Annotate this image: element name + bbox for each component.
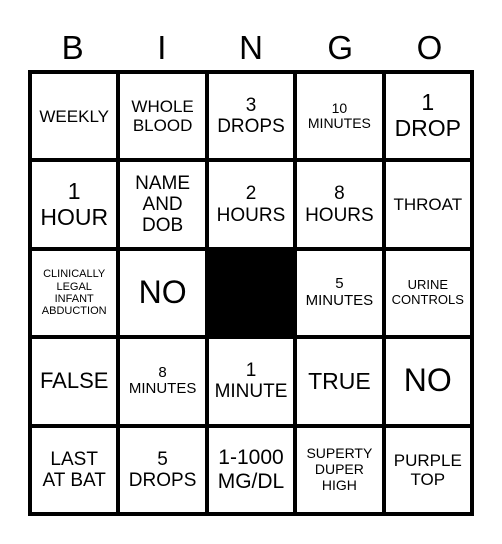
cell-text: NO (138, 274, 187, 311)
cell-text: THROAT (393, 195, 463, 215)
cell-text: NAME AND DOB (135, 172, 191, 237)
header-letter-g: G (327, 29, 354, 66)
bingo-cell[interactable]: 3 DROPS (206, 72, 296, 161)
cell-text: 8 HOURS (305, 183, 374, 226)
bingo-cell[interactable]: 1-1000 MG/DL (206, 425, 296, 514)
cell-text: 5 MINUTES (305, 275, 374, 309)
cell-text: SUPERTY DUPER HIGH (306, 445, 373, 493)
bingo-cell[interactable]: PURPLE TOP (383, 425, 472, 514)
cell-text: NO (403, 362, 452, 399)
cell-text: 1 DROP (394, 89, 462, 142)
cell-text: 5 DROPS (128, 448, 197, 491)
bingo-grid: WEEKLY WHOLE BLOOD 3 DROPS 10 MINUTES 1 DROP… (28, 70, 474, 516)
cell-text: 3 DROPS (217, 94, 285, 138)
bingo-cell[interactable]: URINE CONTROLS (383, 248, 472, 338)
bingo-cell[interactable]: WEEKLY (30, 72, 119, 161)
free-space[interactable] (206, 248, 296, 338)
cell-text: 8 MINUTES (128, 363, 197, 398)
bingo-cell[interactable]: 5 DROPS (118, 425, 207, 514)
cell-text: WEEKLY (39, 106, 109, 126)
header-letter-b: B (61, 29, 84, 66)
cell-text: 1-1000 MG/DL (217, 446, 285, 493)
bingo-cell[interactable]: 1 HOUR (30, 160, 119, 249)
bingo-cell[interactable]: 8 HOURS (295, 160, 384, 249)
cell-text: URINE CONTROLS (391, 277, 464, 307)
cell-text: PURPLE TOP (393, 450, 462, 489)
bingo-cell[interactable]: 2 HOURS (206, 160, 296, 249)
cell-text: 1 MINUTE (214, 360, 288, 403)
cell-text: 2 HOURS (216, 183, 286, 226)
cell-text: 1 HOUR (40, 177, 109, 230)
bingo-cell[interactable]: WHOLE BLOOD (118, 72, 207, 161)
cell-text: TRUE (308, 367, 371, 394)
bingo-cell[interactable]: THROAT (383, 160, 472, 249)
cell-text: LAST AT BAT (42, 448, 106, 491)
header-letter-i: I (157, 29, 167, 66)
cell-text: FALSE (39, 368, 109, 394)
bingo-cell[interactable]: TRUE (295, 337, 384, 426)
bingo-cell[interactable]: CLINICALLY LEGAL INFANT ABDUCTION (30, 248, 119, 338)
bingo-cell[interactable]: NO (383, 337, 472, 426)
cell-text: CLINICALLY LEGAL INFANT ABDUCTION (41, 268, 107, 318)
bingo-cell[interactable]: 10 MINUTES (295, 72, 384, 161)
header-letter-o: O (416, 29, 443, 66)
bingo-cell[interactable]: 1 DROP (383, 72, 472, 161)
cell-text: WHOLE BLOOD (131, 97, 194, 136)
bingo-cell[interactable]: LAST AT BAT (30, 425, 119, 514)
bingo-cell[interactable]: SUPERTY DUPER HIGH (295, 425, 384, 514)
bingo-cell[interactable]: 1 MINUTE (206, 337, 296, 426)
header-letter-n: N (239, 29, 263, 66)
bingo-cell[interactable]: NAME AND DOB (118, 160, 207, 249)
bingo-cell[interactable]: 5 MINUTES (295, 248, 384, 338)
bingo-cell[interactable]: FALSE (30, 337, 119, 426)
cell-text: 10 MINUTES (307, 99, 371, 132)
bingo-cell[interactable]: 8 MINUTES (118, 337, 207, 426)
bingo-cell[interactable]: NO (118, 248, 207, 338)
bingo-header: B I N G O (28, 26, 474, 70)
